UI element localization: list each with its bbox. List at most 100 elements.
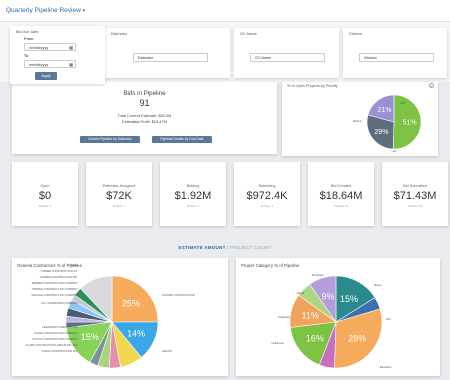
division-select[interactable]: Division	[359, 53, 434, 62]
gc-name-filter: GC Name GC Name	[234, 28, 339, 78]
to-date-placeholder: mm/dd/yyyy	[29, 63, 49, 67]
pie-outer-label: CAROL CONSTRUCTION INC.	[42, 349, 79, 353]
kpi-sub: Projects: 1	[112, 205, 126, 208]
from-label: From	[24, 37, 34, 41]
bids-summary-card: Bids in Pipeline 91 Total Current Estima…	[12, 82, 277, 154]
kpi-value: $0	[38, 190, 52, 202]
estimator-filter: Estimator Estimator	[105, 28, 230, 78]
tab-project-count[interactable]: PROJECT COUNT	[230, 245, 272, 250]
kpi-label: Estimator Assigned	[102, 184, 136, 188]
kpi-sub: Projects: 18	[334, 205, 348, 208]
estimator-label: Estimator	[111, 32, 128, 36]
gc-pie-card: General Contractors % of Pipeline 25% 14%…	[12, 258, 228, 376]
apply-button[interactable]: Apply	[35, 72, 57, 80]
kpi-value: $71.43M	[393, 190, 437, 202]
pie-outer-label: Hospitality	[278, 315, 291, 319]
estimator-select[interactable]: Estimator	[133, 53, 208, 62]
bids-count: 91	[139, 98, 150, 108]
pie-percent-label: 21%	[377, 107, 391, 114]
pie-outer-label: CLAYCO CONSTRUCTION COMPANY	[32, 337, 78, 341]
from-date-input[interactable]: mm/dd/yyyy ▦	[24, 43, 76, 51]
to-date-input[interactable]: mm/dd/yyyy ▦	[24, 60, 76, 68]
dashboard-title[interactable]: Quarterly Pipeline Review ▾	[6, 7, 85, 14]
pie-percent-label: 9%	[322, 292, 335, 302]
tab-estimate-amount[interactable]: ESTIMATE AMOUNT	[178, 245, 225, 250]
pie-percent-label: 29%	[374, 129, 388, 136]
pie-outer-label: ACCORD CONSTRUCTION	[162, 293, 195, 297]
pie-outer-label-medium: Medium	[353, 119, 362, 123]
kpi-label: Open	[40, 184, 50, 188]
pie-outer-label: Mixed	[374, 283, 381, 287]
kpi-label: Bidding	[186, 184, 200, 188]
pie-outer-label: TANDEM CONSTRUCTION INC.	[40, 275, 79, 279]
pie-outer-label: M.A. MORTENSON COMPANY	[41, 301, 78, 305]
kpi-label: Bid Submitted	[403, 184, 427, 188]
kpi-card[interactable]: Bid Submitted $71.43M Projects: 69	[382, 162, 448, 226]
bids-title: Bids in Pipeline	[123, 90, 166, 97]
pipeline-by-estimator-button[interactable]: Current Pipeline by Estimator	[80, 136, 140, 143]
top-bar: Quarterly Pipeline Review ▾	[0, 0, 450, 22]
dashboard-title-text: Quarterly Pipeline Review	[6, 7, 81, 14]
pie-percent-label: 28%	[348, 333, 366, 343]
division-filter: Division Division	[343, 28, 447, 78]
to-label: To	[24, 54, 29, 58]
pie-percent-label: 11%	[301, 310, 318, 320]
calendar-icon[interactable]: ▦	[69, 62, 73, 67]
kpi-card[interactable]: Bidding $1.92M Projects: 2	[160, 162, 226, 226]
category-pie-card: Project Category % of Pipeline 15% 28% 16%…	[236, 258, 440, 376]
pie-percent-label: 51%	[403, 120, 417, 127]
pie-outer-label: Retail	[297, 291, 304, 295]
calendar-icon[interactable]: ▦	[69, 45, 73, 50]
priority-pie-chart: 51% 29% 21% High Low Medium	[353, 94, 422, 153]
kpi-sub: Projects: 69	[408, 205, 422, 208]
kpi-label: Bid Created	[330, 184, 352, 188]
estimated-profit-text: Estimated Profit: $13.47M	[122, 119, 167, 124]
pie-percent-label: 15%	[340, 294, 358, 304]
kpi-card[interactable]: Estimator Assigned $72K Projects: 1	[86, 162, 152, 226]
gc-name-label: GC Name	[240, 32, 257, 36]
bid-due-date-popover: Bid Due Date From mm/dd/yyyy ▦ To mm/dd/…	[10, 26, 105, 84]
pie-outer-label-low: Low	[392, 149, 397, 153]
kpi-sub: Projects: 2	[186, 205, 200, 208]
pie-outer-label: CLARK CONSTRUCTION GROUP INC. THE	[26, 343, 78, 347]
gc-name-select-value: GC Name	[255, 56, 271, 60]
pie-percent-label: 15%	[81, 332, 99, 342]
chevron-down-icon: ▾	[82, 8, 86, 14]
gc-pie-chart: 25% 14% 15% Others TURNER CONSTRUCTION CO. TA…	[26, 263, 195, 369]
pie-outer-label: McHUGH CONSTRUCTION COMPANY	[32, 293, 79, 297]
kpi-card[interactable]: Rebidding $972.4K Projects: 1	[234, 162, 300, 226]
kpi-value: $972.4K	[246, 190, 288, 202]
pipeline-by-due-date-button[interactable]: Pipeline Details by Due Date	[152, 136, 212, 143]
gc-name-select[interactable]: GC Name	[250, 53, 325, 62]
category-pie-chart: 15% 28% 16% 11% 9% Mixed K12 Education Healthcar…	[271, 273, 392, 369]
kpi-sub: Projects: 1	[260, 205, 274, 208]
division-select-value: Division	[364, 56, 377, 60]
pie-percent-label: 16%	[306, 333, 324, 343]
pie-outer-label: LEOPARDO COMPANIES INC	[42, 325, 78, 329]
pie-outer-label: PEPPER CONSTRUCTION COMPANY	[32, 287, 78, 291]
pie-outer-label: TURNER CONSTRUCTION CO.	[40, 269, 78, 273]
tab-separator: |	[227, 245, 229, 250]
pie-percent-label: 25%	[122, 298, 140, 308]
kpi-value: $18.64M	[319, 190, 363, 202]
pie-outer-label: Others	[70, 263, 78, 267]
kpi-card[interactable]: Bid Created $18.64M Projects: 18	[308, 162, 374, 226]
priority-chart-card: % of Open Projects by Priority i 51% 29% 2…	[282, 82, 438, 156]
kpi-row: Open $0 Projects: 0 Estimator Assigned $72K P…	[0, 162, 450, 226]
pie-percent-label: 14%	[127, 329, 145, 339]
pie-outer-label: MESSER CONSTRUCTION COMPANY	[32, 281, 78, 285]
pie-outer-label: AECOM	[162, 349, 172, 353]
kpi-sub: Projects: 0	[38, 205, 52, 208]
pie-outer-label: Workplace	[312, 273, 325, 277]
pie-outer-label: Healthcare	[271, 341, 284, 345]
estimator-select-value: Estimator	[138, 56, 154, 60]
division-label: Division	[349, 32, 363, 36]
from-date-placeholder: mm/dd/yyyy	[29, 46, 49, 50]
pie-outer-label-high: High	[400, 101, 406, 105]
kpi-label: Rebidding	[258, 184, 276, 188]
kpi-value: $72K	[106, 190, 132, 202]
pie-outer-label: K12	[386, 317, 391, 321]
kpi-card[interactable]: Open $0 Projects: 0	[12, 162, 78, 226]
kpi-value: $1.92M	[174, 190, 212, 202]
bid-due-date-label: Bid Due Date	[16, 30, 39, 34]
